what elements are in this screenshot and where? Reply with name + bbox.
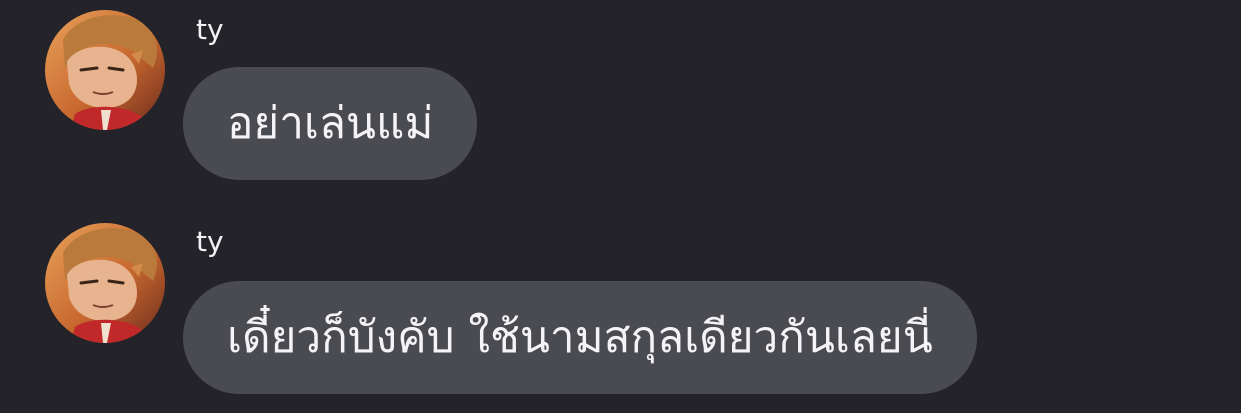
sender-name: ty [196,225,224,258]
message-text: เดี๋ยวก็บังคับ ใช้นามสกุลเดียวกันเลยนี่ [227,311,933,363]
message-text: อย่าเล่นแม่ [227,97,434,149]
sender-name: ty [196,13,224,46]
message-bubble[interactable]: อย่าเล่นแม่ [183,67,478,180]
message-bubble[interactable]: เดี๋ยวก็บังคับ ใช้นามสกุลเดียวกันเลยนี่ [183,281,977,394]
user-avatar-icon[interactable] [45,10,165,130]
user-avatar-icon[interactable] [45,223,165,343]
